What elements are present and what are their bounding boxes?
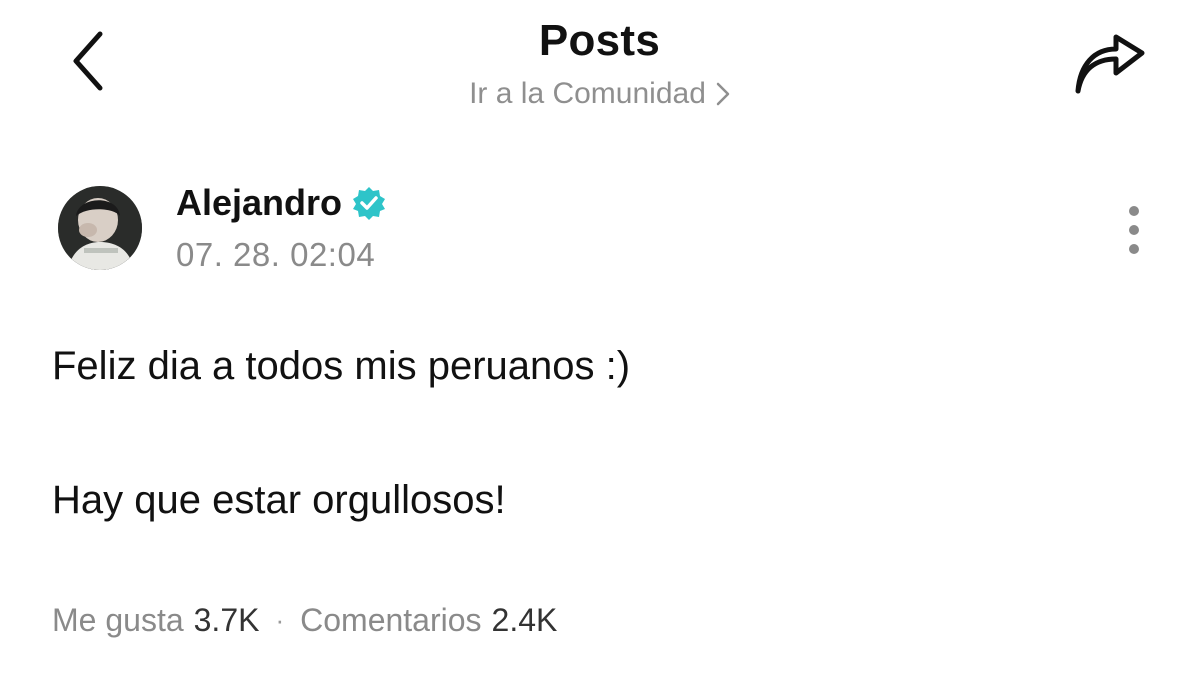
post-stats: Me gusta 3.7K · Comentarios 2.4K <box>52 602 557 639</box>
likes-count: 3.7K <box>193 602 260 638</box>
stats-separator: · <box>275 605 285 635</box>
go-to-community-link[interactable]: Ir a la Comunidad <box>0 77 1199 111</box>
comments-count: 2.4K <box>491 602 558 638</box>
likes-label: Me gusta <box>52 602 184 638</box>
community-link-label: Ir a la Comunidad <box>469 77 706 110</box>
comments-stat[interactable]: Comentarios 2.4K <box>300 602 557 639</box>
more-options-button[interactable] <box>1112 198 1156 262</box>
post-detail-screen: Posts Ir a la Comunidad Alejandro 07. 28… <box>0 0 1199 692</box>
more-dot <box>1129 244 1139 254</box>
likes-stat[interactable]: Me gusta 3.7K <box>52 602 259 639</box>
post-timestamp: 07. 28. 02:04 <box>176 236 376 273</box>
post-text-line: Hay que estar orgullosos! <box>52 478 506 522</box>
share-arrow-icon <box>1075 34 1145 94</box>
author-name-label: Alejandro <box>176 182 343 223</box>
more-vertical-icon <box>1129 206 1139 216</box>
avatar-photo <box>58 186 142 270</box>
verified-badge-icon <box>353 187 386 220</box>
post-text-line: Feliz dia a todos mis peruanos :) <box>52 344 631 388</box>
share-button[interactable] <box>1068 30 1152 100</box>
author-avatar[interactable] <box>58 186 142 270</box>
chevron-right-icon <box>716 82 730 106</box>
more-dot <box>1129 225 1139 235</box>
comments-label: Comentarios <box>300 602 482 638</box>
author-name[interactable]: Alejandro <box>176 182 386 224</box>
page-title: Posts <box>538 16 661 65</box>
